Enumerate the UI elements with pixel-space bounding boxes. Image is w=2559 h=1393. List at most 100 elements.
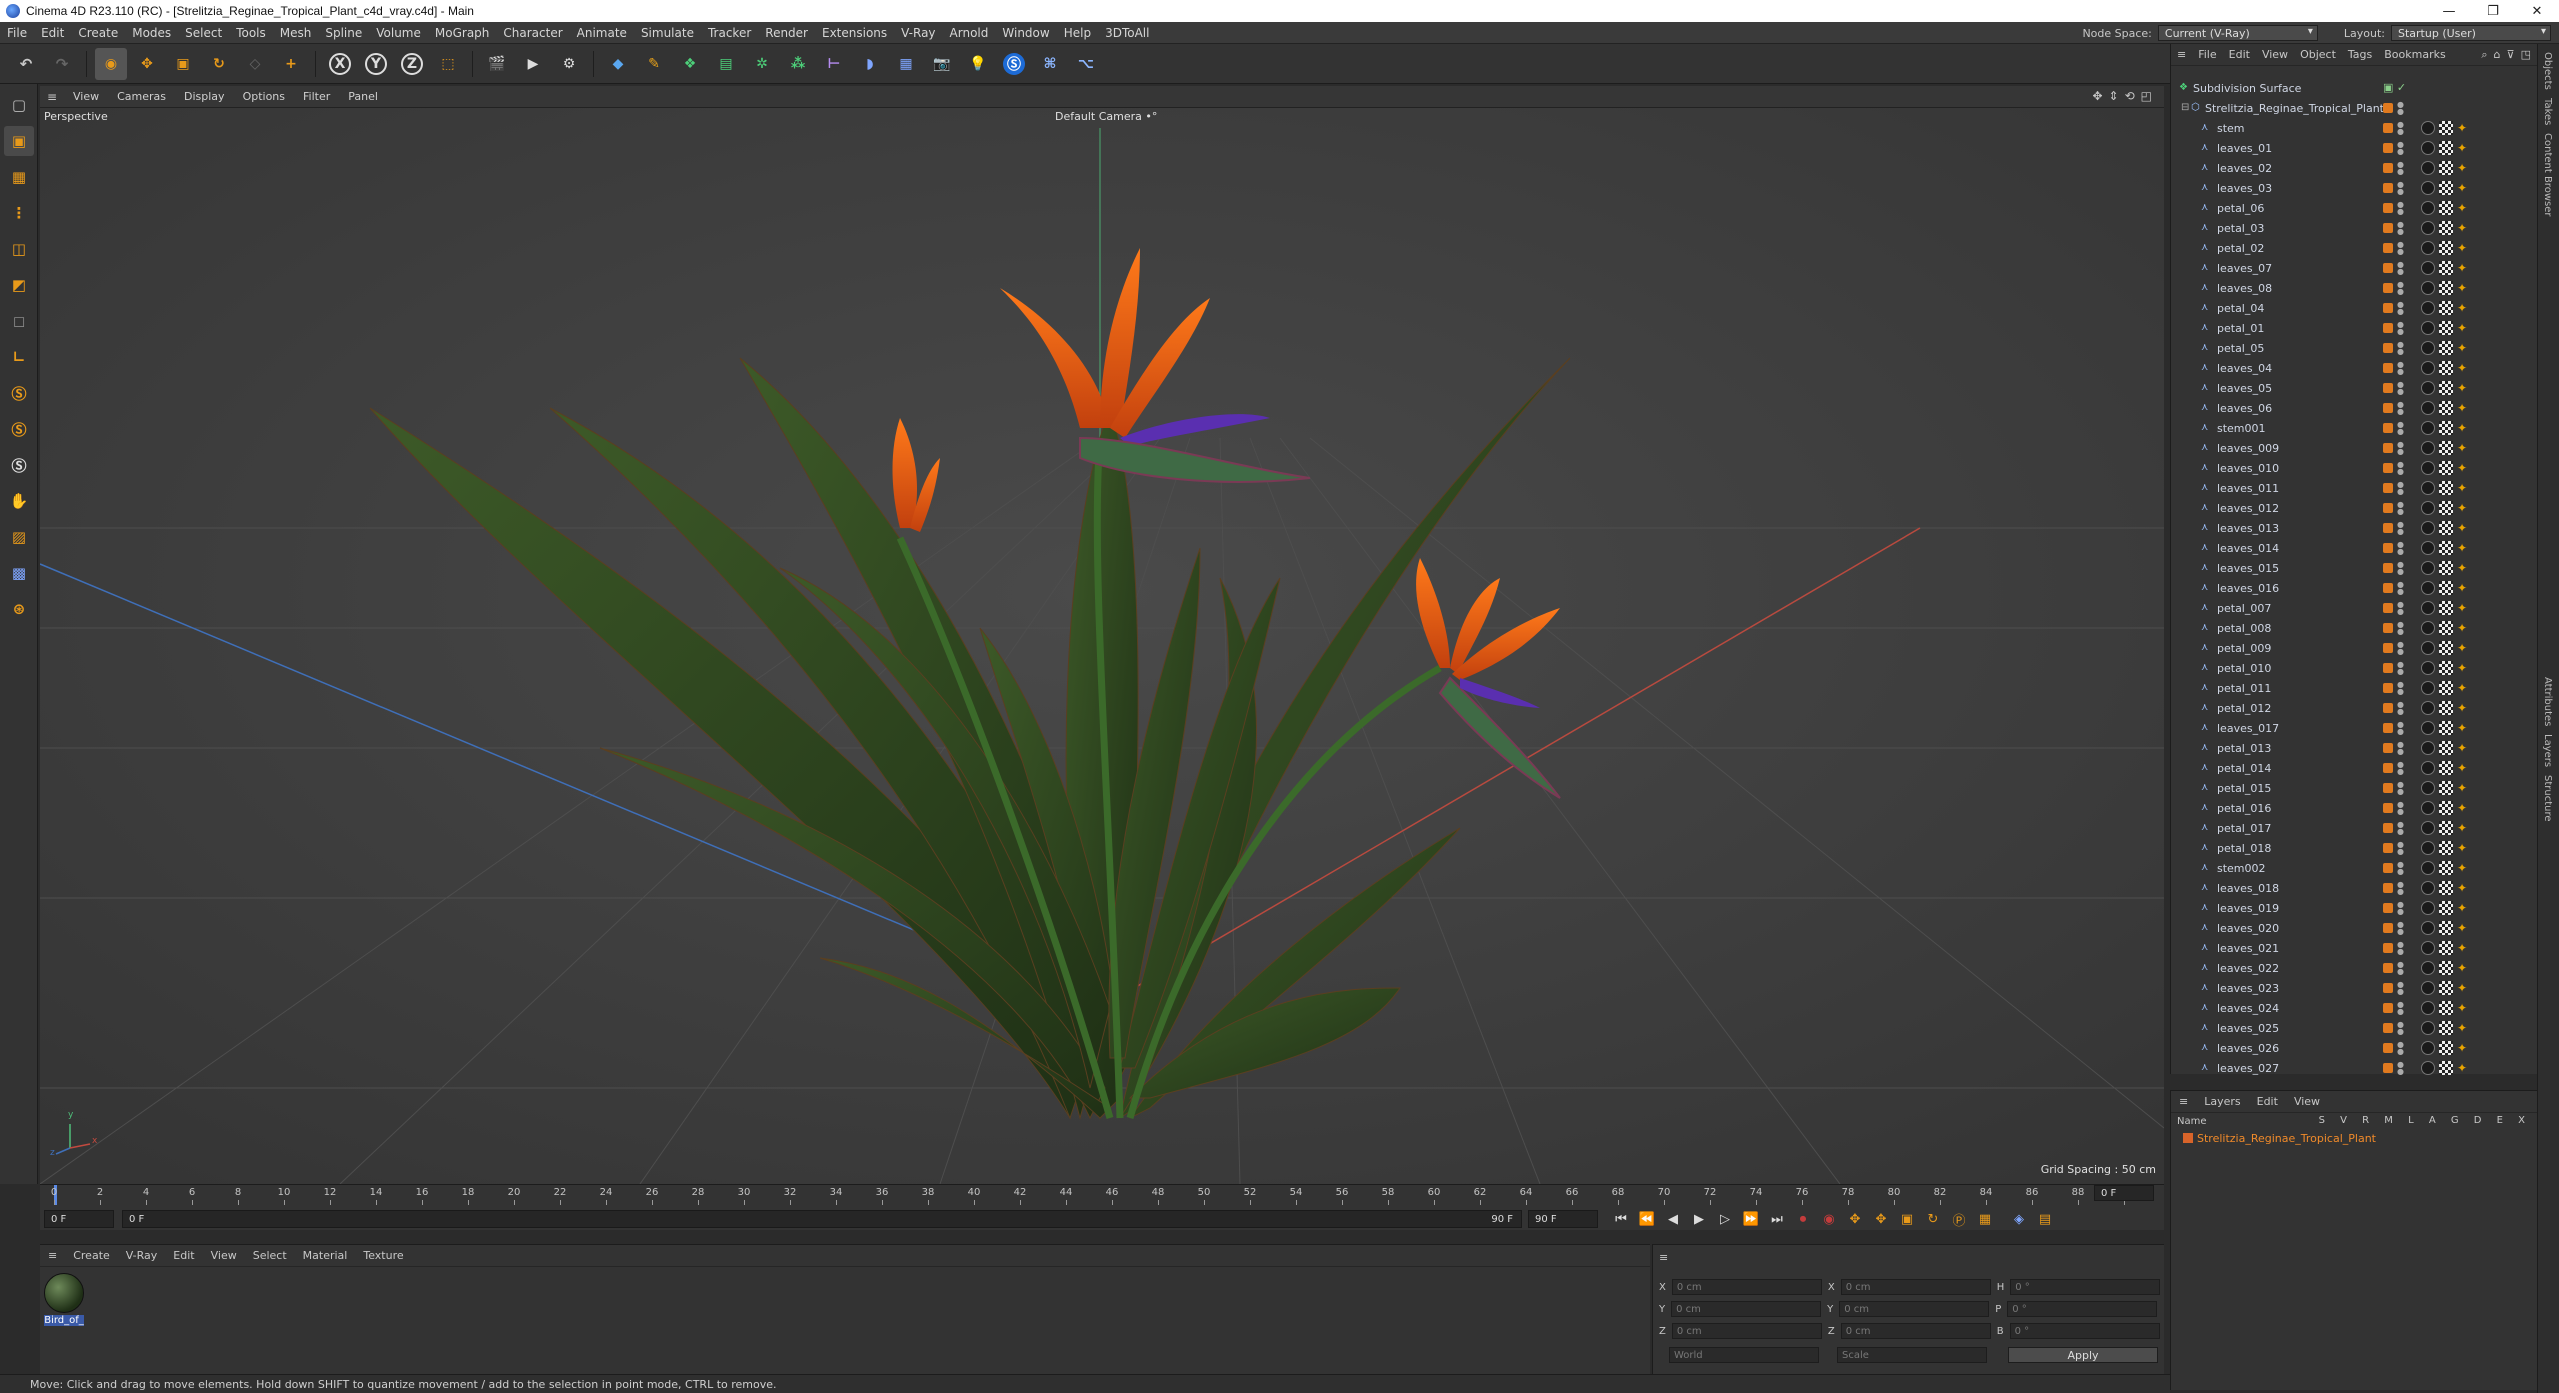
visibility-dots[interactable]: ● ● (2397, 561, 2404, 576)
object-row[interactable]: ⋏ petal_01 ● ● ✦ (2171, 318, 2538, 338)
texture-tag-icon[interactable] (2439, 201, 2453, 215)
texture-tag-icon[interactable] (2439, 801, 2453, 815)
object-row-group[interactable]: ⊟ ⬡ Strelitzia_Reginae_Tropical_Plant ● ● (2171, 98, 2538, 118)
visibility-dots[interactable]: ● ● (2397, 1041, 2404, 1056)
vray-material-tag-icon[interactable] (2421, 621, 2435, 635)
timeline-right-frame[interactable]: 0 F (2094, 1185, 2154, 1201)
visibility-dots[interactable]: ● ● (2397, 521, 2404, 536)
texture-tag-icon[interactable] (2439, 721, 2453, 735)
vray-material-tag-icon[interactable] (2421, 941, 2435, 955)
object-row[interactable]: ⋏ leaves_06 ● ● ✦ (2171, 398, 2538, 418)
extrude-icon[interactable]: ▤ (710, 48, 742, 80)
visibility-dots[interactable]: ● ● (2397, 701, 2404, 716)
points-mode-icon[interactable]: ⋮ (4, 198, 34, 228)
object-row[interactable]: ⋏ leaves_012 ● ● ✦ (2171, 498, 2538, 518)
object-row[interactable]: ⋏ petal_011 ● ● ✦ (2171, 678, 2538, 698)
object-row[interactable]: ⋏ petal_007 ● ● ✦ (2171, 598, 2538, 618)
vray-material-tag-icon[interactable] (2421, 641, 2435, 655)
menu-extensions[interactable]: Extensions (815, 26, 894, 40)
object-row[interactable]: ⋏ petal_012 ● ● ✦ (2171, 698, 2538, 718)
vray-material-tag-icon[interactable] (2421, 921, 2435, 935)
object-row[interactable]: ⋏ petal_008 ● ● ✦ (2171, 618, 2538, 638)
visibility-dots[interactable]: ● ● (2397, 841, 2404, 856)
phong-tag-icon[interactable]: ✦ (2457, 201, 2471, 215)
texture-tag-icon[interactable] (2439, 921, 2453, 935)
phong-tag-icon[interactable]: ✦ (2457, 1021, 2471, 1035)
object-row[interactable]: ⋏ leaves_03 ● ● ✦ (2171, 178, 2538, 198)
texture-tag-icon[interactable] (2439, 981, 2453, 995)
size-z-field[interactable]: 0 cm (1840, 1323, 1991, 1339)
texture-tag-icon[interactable] (2439, 181, 2453, 195)
visibility-dots[interactable]: ● ● (2397, 121, 2404, 136)
object-row[interactable]: ⋏ leaves_015 ● ● ✦ (2171, 558, 2538, 578)
object-row[interactable]: ⋏ petal_014 ● ● ✦ (2171, 758, 2538, 778)
visibility-dots[interactable]: ● ● (2397, 941, 2404, 956)
menu-edit[interactable]: Edit (34, 26, 71, 40)
vray-material-tag-icon[interactable] (2421, 241, 2435, 255)
phong-tag-icon[interactable]: ✦ (2457, 801, 2471, 815)
phong-tag-icon[interactable]: ✦ (2457, 501, 2471, 515)
layer-row[interactable]: Strelitzia_Reginae_Tropical_Plant (2171, 1129, 2537, 1147)
visibility-dots[interactable]: ● ● (2397, 221, 2404, 236)
menu-mograph[interactable]: MoGraph (428, 26, 497, 40)
side-tab-objects[interactable]: Objects (2542, 52, 2553, 90)
texture-tag-icon[interactable] (2439, 401, 2453, 415)
phong-tag-icon[interactable]: ✦ (2457, 541, 2471, 555)
viewport-menu-display[interactable]: Display (175, 90, 234, 103)
goto-end-icon[interactable]: ⏭ (1764, 1208, 1790, 1230)
vray-material-tag-icon[interactable] (2421, 181, 2435, 195)
vray-material-tag-icon[interactable] (2421, 681, 2435, 695)
side-tab-attributes[interactable]: Attributes (2542, 677, 2553, 726)
magnet-icon[interactable]: ✋ (4, 486, 34, 516)
deformer-icon[interactable]: ◗ (854, 48, 886, 80)
object-row[interactable]: ⋏ leaves_01 ● ● ✦ (2171, 138, 2538, 158)
visibility-dots[interactable]: ● ● (2397, 461, 2404, 476)
viewport-menu-options[interactable]: Options (234, 90, 294, 103)
texture-tag-icon[interactable] (2439, 781, 2453, 795)
size-x-field[interactable]: 0 cm (1840, 1279, 1991, 1295)
goto-start-icon[interactable]: ⏮ (1608, 1208, 1634, 1230)
object-row[interactable]: ⋏ petal_018 ● ● ✦ (2171, 838, 2538, 858)
visibility-dots[interactable]: ● ● (2397, 921, 2404, 936)
coordinates-menu-icon[interactable]: ≡ (1659, 1251, 1668, 1264)
vray-material-tag-icon[interactable] (2421, 321, 2435, 335)
object-row[interactable]: ⋏ stem002 ● ● ✦ (2171, 858, 2538, 878)
vray-material-tag-icon[interactable] (2421, 981, 2435, 995)
visibility-dots[interactable]: ● ● (2397, 341, 2404, 356)
object-row[interactable]: ⋏ leaves_026 ● ● ✦ (2171, 1038, 2538, 1058)
object-row[interactable]: ⋏ stem001 ● ● ✦ (2171, 418, 2538, 438)
keyframe-selection-icon[interactable]: ✥ (1842, 1208, 1868, 1230)
menu-create[interactable]: Create (71, 26, 125, 40)
object-row[interactable]: ⋏ petal_010 ● ● ✦ (2171, 658, 2538, 678)
light-icon[interactable]: 💡 (962, 48, 994, 80)
phong-tag-icon[interactable]: ✦ (2457, 561, 2471, 575)
texture-tag-icon[interactable] (2439, 601, 2453, 615)
texture-tag-icon[interactable] (2439, 281, 2453, 295)
object-row[interactable]: ⋏ leaves_021 ● ● ✦ (2171, 938, 2538, 958)
object-row[interactable]: ⋏ leaves_016 ● ● ✦ (2171, 578, 2538, 598)
prev-key-icon[interactable]: ⏪ (1634, 1208, 1660, 1230)
side-tab-content-browser[interactable]: Content Browser (2542, 133, 2553, 216)
vray-material-tag-icon[interactable] (2421, 521, 2435, 535)
polygons-mode-icon[interactable]: ◩ (4, 270, 34, 300)
object-row[interactable]: ⋏ leaves_05 ● ● ✦ (2171, 378, 2538, 398)
vray-material-tag-icon[interactable] (2421, 301, 2435, 315)
phong-tag-icon[interactable]: ✦ (2457, 701, 2471, 715)
visibility-dots[interactable]: ● ● (2397, 821, 2404, 836)
visibility-dots[interactable]: ● ● (2397, 581, 2404, 596)
timeline-ruler[interactable]: 0 2 4 6 8 10 12 14 16 18 20 22 24 26 28 30 32 34 36 38 40 42 4… (40, 1185, 2164, 1205)
visibility-dots[interactable]: ● ● (2397, 381, 2404, 396)
visibility-dots[interactable]: ● ● (2397, 961, 2404, 976)
phong-tag-icon[interactable]: ✦ (2457, 1061, 2471, 1075)
texture-tag-icon[interactable] (2439, 901, 2453, 915)
viewport-menu-panel[interactable]: Panel (339, 90, 387, 103)
vray-material-tag-icon[interactable] (2421, 481, 2435, 495)
minimize-button[interactable]: — (2427, 0, 2471, 22)
phong-tag-icon[interactable]: ✦ (2457, 741, 2471, 755)
visibility-dots[interactable]: ● ● (2397, 301, 2404, 316)
visibility-dots[interactable]: ● ● (2397, 501, 2404, 516)
visibility-dots[interactable]: ● ● (2397, 321, 2404, 336)
undo-icon[interactable]: ↶ (10, 48, 42, 80)
object-row[interactable]: ⋏ leaves_024 ● ● ✦ (2171, 998, 2538, 1018)
phong-tag-icon[interactable]: ✦ (2457, 721, 2471, 735)
